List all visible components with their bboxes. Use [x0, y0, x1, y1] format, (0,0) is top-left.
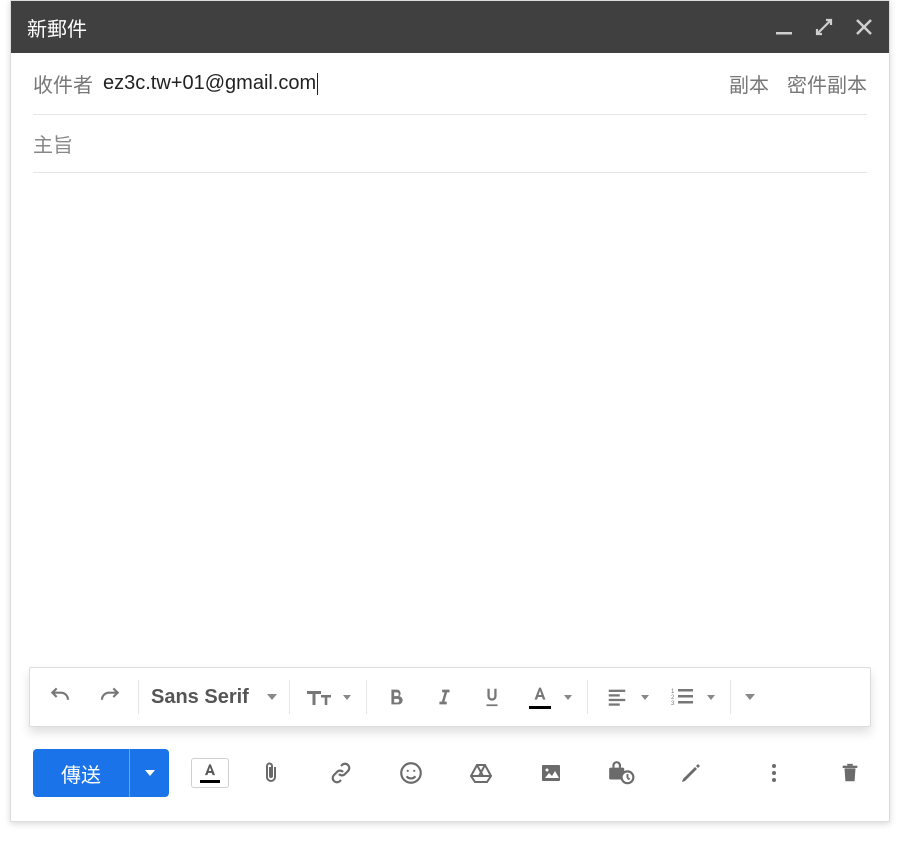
recipients-label: 收件者 — [33, 69, 93, 98]
svg-text:3: 3 — [671, 701, 675, 707]
bold-icon[interactable] — [379, 680, 413, 714]
align-icon[interactable] — [600, 680, 634, 714]
insert-photo-icon[interactable] — [537, 759, 565, 787]
subject-placeholder: 主旨 — [33, 129, 73, 158]
underline-icon[interactable] — [475, 680, 509, 714]
numbered-list-icon[interactable]: 123 — [666, 680, 700, 714]
close-icon[interactable] — [855, 18, 873, 36]
more-options-icon[interactable] — [757, 756, 791, 790]
expand-icon[interactable] — [815, 18, 833, 36]
cc-button[interactable]: 副本 — [729, 69, 769, 98]
font-size-icon[interactable] — [302, 680, 336, 714]
window-controls — [775, 18, 873, 36]
bottom-tools — [191, 758, 757, 788]
recipients-value[interactable]: ez3c.tw+01@gmail.com — [103, 72, 729, 95]
send-options-button[interactable] — [129, 749, 169, 797]
insert-drive-icon[interactable] — [467, 759, 495, 787]
insert-signature-icon[interactable] — [677, 759, 705, 787]
align-caret[interactable] — [638, 680, 652, 714]
discard-draft-icon[interactable] — [833, 756, 867, 790]
compose-window: 新郵件 收件者 ez3c.tw+01@gmail.com 副本 密件副本 — [10, 0, 890, 822]
toolbar-separator — [138, 680, 139, 714]
chevron-down-icon — [267, 694, 277, 700]
recipients-extras: 副本 密件副本 — [729, 69, 867, 98]
send-button-group: 傳送 — [33, 749, 169, 797]
titlebar: 新郵件 — [11, 1, 889, 53]
toolbar-separator — [366, 680, 367, 714]
minimize-icon[interactable] — [775, 18, 793, 36]
redo-icon[interactable] — [92, 680, 126, 714]
font-size-caret[interactable] — [340, 680, 354, 714]
recipients-row[interactable]: 收件者 ez3c.tw+01@gmail.com 副本 密件副本 — [33, 53, 867, 115]
bottom-action-bar: 傳送 — [11, 727, 889, 821]
text-color-icon[interactable] — [523, 680, 557, 714]
font-name-label: Sans Serif — [151, 686, 249, 709]
toolbar-separator — [730, 680, 731, 714]
insert-link-icon[interactable] — [327, 759, 355, 787]
subject-row[interactable]: 主旨 — [33, 115, 867, 173]
attach-file-icon[interactable] — [257, 759, 285, 787]
italic-icon[interactable] — [427, 680, 461, 714]
toolbar-separator — [587, 680, 588, 714]
text-cursor — [317, 73, 318, 95]
confidential-mode-icon[interactable] — [607, 759, 635, 787]
message-body[interactable] — [11, 173, 889, 667]
bcc-button[interactable]: 密件副本 — [787, 69, 867, 98]
toggle-formatting-icon[interactable] — [191, 758, 229, 788]
font-family-select[interactable]: Sans Serif — [151, 686, 277, 709]
header-fields: 收件者 ez3c.tw+01@gmail.com 副本 密件副本 主旨 — [11, 53, 889, 173]
toolbar-separator — [289, 680, 290, 714]
formatting-toolbar: Sans Serif — [29, 667, 871, 727]
more-format-icon[interactable] — [743, 680, 757, 714]
list-caret[interactable] — [704, 680, 718, 714]
send-button[interactable]: 傳送 — [33, 749, 129, 797]
window-title: 新郵件 — [27, 13, 87, 42]
insert-emoji-icon[interactable] — [397, 759, 425, 787]
undo-icon[interactable] — [44, 680, 78, 714]
text-color-caret[interactable] — [561, 680, 575, 714]
bottom-right-tools — [757, 756, 867, 790]
formatting-toolbar-wrap: Sans Serif — [11, 667, 889, 727]
